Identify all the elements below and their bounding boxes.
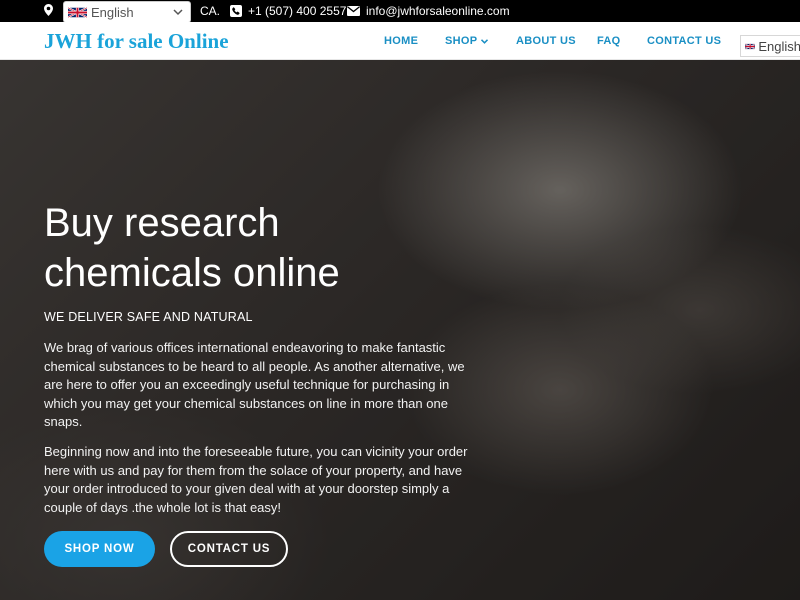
email-info: info@jwhforsaleonline.com — [347, 4, 510, 18]
language-selector-top[interactable]: English — [63, 1, 191, 23]
chevron-down-icon — [173, 9, 183, 16]
nav-faq-label: FAQ — [597, 35, 621, 47]
hero-paragraph-1: We brag of various offices international… — [44, 340, 465, 429]
hero-background-image — [0, 60, 800, 600]
nav-home-label: HOME — [384, 35, 419, 47]
chevron-down-icon — [481, 38, 489, 44]
nav-contact[interactable]: CONTACT US — [647, 35, 721, 47]
top-info-bar: English CA. +1 (507) 400 2557 info@jwhfo… — [0, 0, 800, 23]
uk-flag-icon — [745, 42, 756, 50]
nav-about-label: ABOUT US — [516, 35, 576, 47]
address-text-wrap: CA. — [200, 4, 220, 18]
location-info — [44, 4, 53, 16]
nav-shop[interactable]: SHOP — [445, 35, 489, 47]
map-pin-icon — [44, 4, 53, 16]
email-address[interactable]: info@jwhforsaleonline.com — [366, 4, 510, 18]
contact-us-button[interactable]: CONTACT US — [170, 531, 288, 567]
nav-home[interactable]: HOME — [384, 35, 418, 47]
site-logo[interactable]: JWH for sale Online — [44, 29, 229, 54]
hero-title: Buy research chemicals online — [44, 201, 340, 295]
envelope-icon — [347, 6, 360, 16]
phone-number[interactable]: +1 (507) 400 2557 — [248, 4, 346, 18]
phone-info: +1 (507) 400 2557 — [230, 4, 346, 18]
nav-faq[interactable]: FAQ — [597, 35, 621, 47]
language-label: English — [91, 4, 134, 20]
address-text: CA. — [200, 4, 221, 18]
language-label: English — [758, 38, 800, 54]
uk-flag-icon — [68, 6, 87, 18]
main-navigation: JWH for sale Online HOME SHOP ABOUT US F… — [0, 22, 800, 60]
hero-subtitle: WE DELIVER SAFE AND NATURAL — [44, 310, 253, 324]
nav-about[interactable]: ABOUT US — [516, 35, 576, 47]
shop-now-button[interactable]: SHOP NOW — [44, 531, 155, 567]
language-selector-nav[interactable]: English — [740, 35, 800, 57]
nav-shop-label: SHOP — [445, 35, 478, 47]
hero-section: Buy research chemicals online WE DELIVER… — [0, 60, 800, 600]
nav-contact-label: CONTACT US — [647, 35, 722, 47]
hero-paragraph-2: Beginning now and into the foreseeable f… — [44, 444, 468, 515]
phone-icon — [230, 5, 242, 17]
